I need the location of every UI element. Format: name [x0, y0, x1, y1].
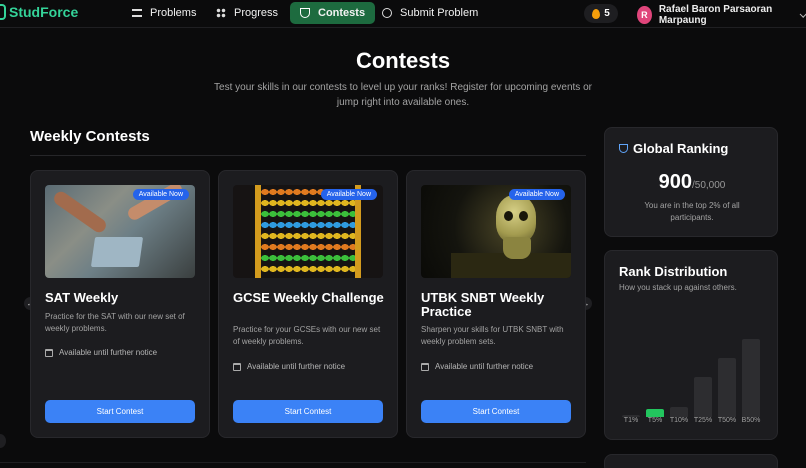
brand-logo[interactable]: StudForce — [0, 4, 78, 20]
contest-title: GCSE Weekly Challenge — [233, 290, 384, 305]
rank-distribution-subtitle: How you stack up against others. — [619, 283, 737, 292]
rank-bar-t10pct — [670, 407, 688, 417]
divider — [30, 155, 586, 156]
contest-description: Practice for the SAT with our new set of… — [45, 312, 185, 333]
contest-image: Available Now — [421, 185, 571, 278]
trophy-icon — [300, 8, 310, 18]
contest-card-sat: Available Now SAT Weekly Practice for th… — [30, 170, 210, 438]
rank-value: 900/50,000 — [605, 171, 779, 194]
start-contest-button[interactable]: Start Contest — [233, 400, 383, 423]
status-badge: Available Now — [132, 189, 189, 200]
streak-count: 5 — [604, 8, 610, 19]
contest-availability: Available until further notice — [421, 362, 533, 371]
chevron-down-icon — [799, 9, 806, 18]
page-title: Contests — [355, 48, 451, 73]
contest-title: UTBK SNBT Weekly Practice — [421, 290, 545, 319]
contest-availability: Available until further notice — [45, 348, 157, 357]
calendar-icon — [45, 348, 53, 357]
divider — [0, 462, 586, 463]
rank-distribution-panel: Rank Distribution How you stack up again… — [604, 250, 778, 440]
nav-contests-label: Contests — [318, 7, 366, 19]
start-contest-button[interactable]: Start Contest — [421, 400, 571, 423]
side-handle[interactable] — [0, 434, 6, 448]
contest-image: Available Now — [45, 185, 195, 278]
global-ranking-panel: Global Ranking 900/50,000 You are in the… — [604, 127, 778, 237]
rank-bar-t5pct — [646, 409, 664, 417]
logo-icon — [0, 4, 6, 20]
streak-badge[interactable]: 5 — [584, 4, 618, 23]
contest-card-gcse: Available Now GCSE Weekly Challenge Prac… — [218, 170, 398, 438]
rank-bar-label: T50% — [717, 417, 737, 424]
rank-note: You are in the top 2% of all participant… — [644, 201, 740, 222]
status-badge: Available Now — [508, 189, 565, 200]
avatar: R — [637, 6, 652, 24]
top-navbar: StudForce Problems Progress Contests Sub… — [0, 0, 806, 28]
grid-icon — [216, 8, 226, 18]
nav-problems[interactable]: Problems — [122, 2, 206, 24]
availability-text: Available until further notice — [247, 362, 346, 371]
global-ranking-title: Global Ranking — [633, 141, 729, 156]
rank-bar-b50pct — [742, 338, 760, 417]
weekly-contests-heading: Weekly Contests — [30, 128, 150, 145]
contest-title: SAT Weekly — [45, 290, 119, 305]
page-subtitle: Test your skills in our contests to leve… — [214, 82, 592, 108]
nav-progress-label: Progress — [234, 7, 279, 19]
global-ranking-heading: Global Ranking — [619, 141, 728, 156]
status-badge: Available Now — [320, 189, 377, 200]
rank-distribution-title: Rank Distribution — [619, 264, 728, 279]
contest-description: Sharpen your skills for UTBK SNBT with w… — [421, 325, 564, 346]
plus-circle-icon — [382, 8, 392, 18]
user-name: Rafael Baron Parsaoran Marpaung — [658, 4, 773, 26]
start-contest-button[interactable]: Start Contest — [45, 400, 195, 423]
user-menu[interactable]: R Rafael Baron Parsaoran Marpaung — [637, 4, 806, 26]
nav-progress[interactable]: Progress — [206, 2, 288, 24]
rank-bar-label: T25% — [693, 417, 713, 424]
contest-description: Practice for your GCSEs with our new set… — [233, 325, 381, 346]
brand-name: StudForce — [9, 4, 79, 20]
list-icon — [132, 9, 142, 17]
rank-bar-t50pct — [718, 358, 736, 417]
rank-bar-label: B50% — [741, 417, 761, 424]
rank-bar-label: T5% — [647, 417, 663, 424]
nav-contests[interactable]: Contests — [290, 2, 376, 24]
calendar-icon — [421, 362, 429, 371]
flame-icon — [592, 8, 601, 19]
nav-submit-label: Submit Problem — [400, 7, 479, 19]
rank-bar-label: T10% — [669, 417, 689, 424]
rank-bar-t25pct — [694, 377, 712, 417]
contest-availability: Available until further notice — [233, 362, 345, 371]
rank-number: 900 — [658, 171, 692, 193]
nav-problems-label: Problems — [150, 7, 197, 19]
rank-distribution-chart — [619, 317, 765, 417]
panel-partial — [604, 454, 778, 468]
availability-text: Available until further notice — [435, 362, 534, 371]
contest-card-utbk: Available Now UTBK SNBT Weekly Practice … — [406, 170, 586, 438]
trophy-icon — [619, 144, 628, 153]
rank-total: /50,000 — [692, 180, 726, 191]
rank-bar-label: T1% — [623, 417, 639, 424]
nav-submit-problem[interactable]: Submit Problem — [372, 2, 488, 24]
calendar-icon — [233, 362, 241, 371]
contest-image: Available Now — [233, 185, 383, 278]
availability-text: Available until further notice — [59, 348, 158, 357]
